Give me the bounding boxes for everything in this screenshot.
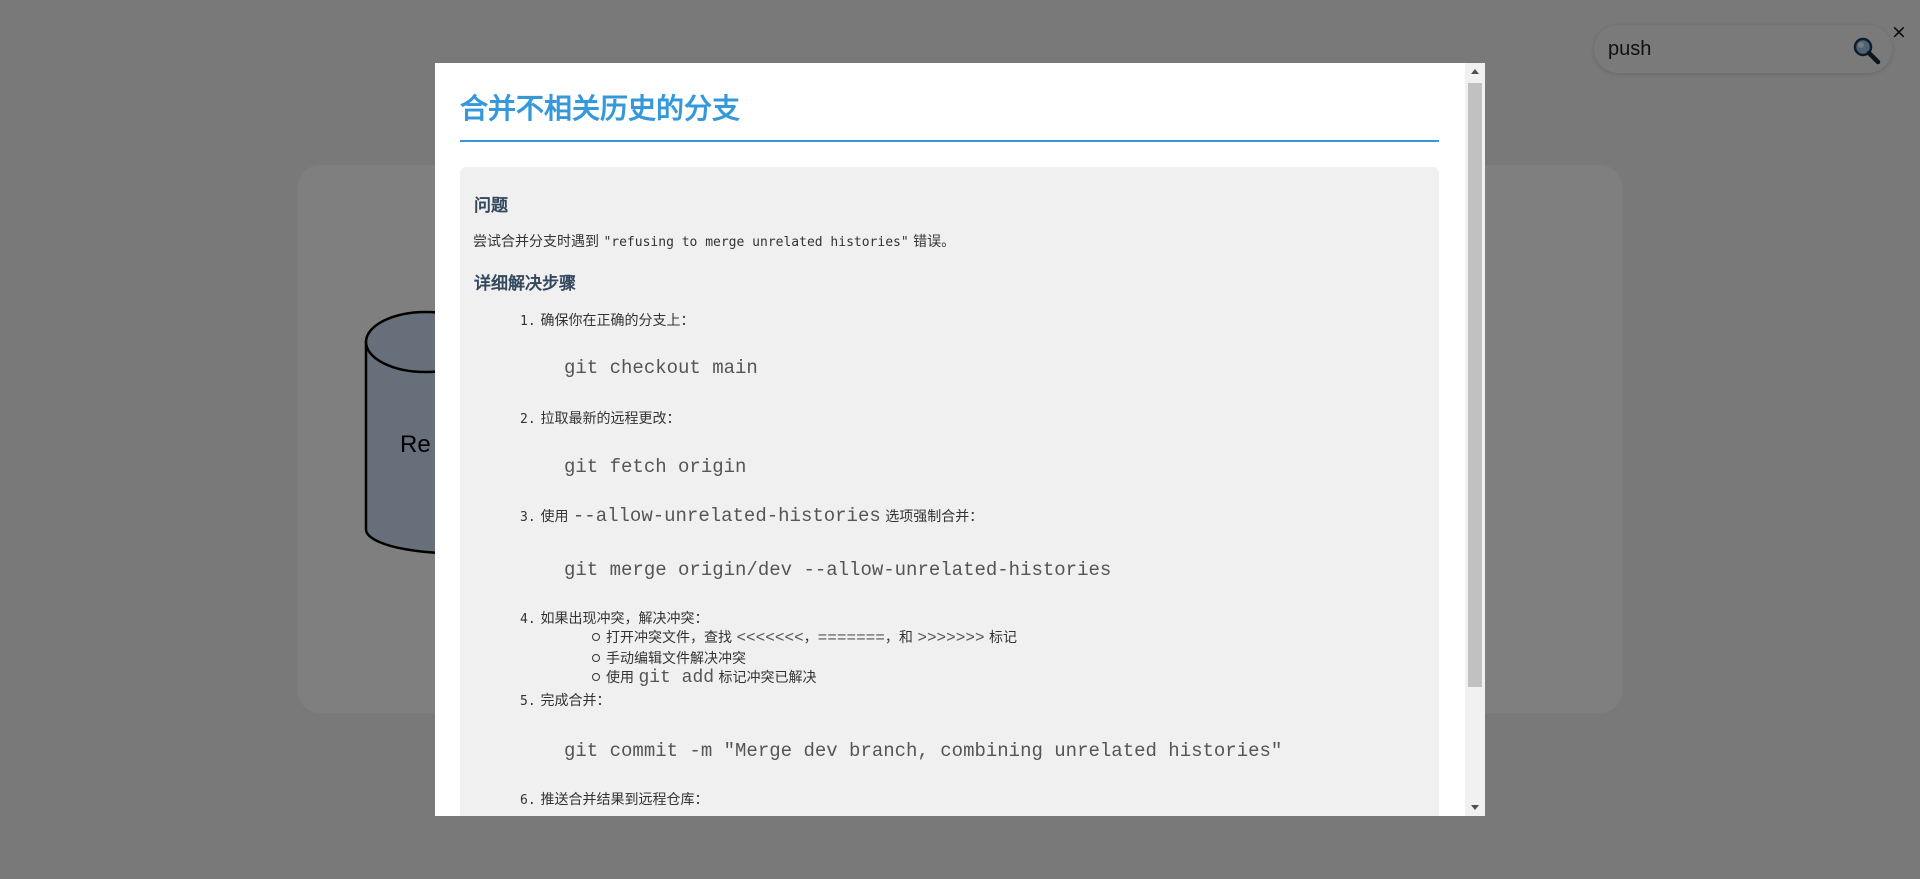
- inline-code: git add: [638, 668, 715, 688]
- step-text-pre: 使用: [540, 509, 573, 525]
- step-number: 6.: [520, 793, 536, 808]
- step-number: 4.: [520, 612, 536, 627]
- step-number: 1.: [520, 314, 536, 329]
- bullet-icon: [592, 633, 600, 641]
- code-block: git merge origin/dev --allow-unrelated-h…: [564, 559, 1112, 581]
- problem-text-post: 错误。: [908, 234, 956, 250]
- code-block: git commit -m "Merge dev branch, combini…: [564, 740, 1283, 762]
- modal-scroll-area[interactable]: 合并不相关历史的分支 问题 尝试合并分支时遇到 "refusing to mer…: [435, 63, 1465, 816]
- code-block: git checkout main: [564, 357, 758, 379]
- modal-scrollbar[interactable]: [1465, 63, 1485, 816]
- problem-error: "refusing to merge unrelated histories": [603, 235, 909, 250]
- step-item: 6. 推送合并结果到远程仓库：: [520, 789, 708, 809]
- step-number: 2.: [520, 412, 536, 427]
- title-divider: [460, 140, 1439, 142]
- step-item: 3. 使用 --allow-unrelated-histories 选项强制合并…: [520, 505, 983, 527]
- problem-text: 尝试合并分支时遇到 "refusing to merge unrelated h…: [473, 231, 955, 251]
- step-text-post: 选项强制合并：: [880, 509, 984, 525]
- step-item: 4. 如果出现冲突，解决冲突：: [520, 608, 708, 628]
- inline-code: >>>>>>>: [917, 629, 985, 647]
- conflict-substep: 手动编辑文件解决冲突: [592, 648, 746, 668]
- step-text: 完成合并：: [540, 693, 611, 709]
- step-item: 2. 拉取最新的远程更改：: [520, 408, 680, 428]
- problem-heading: 问题: [474, 196, 508, 216]
- scroll-down-arrow-icon[interactable]: [1465, 799, 1485, 816]
- step-text: 如果出现冲突，解决冲突：: [540, 611, 709, 627]
- step-text: 推送合并结果到远程仓库：: [540, 792, 709, 808]
- step-item: 5. 完成合并：: [520, 690, 610, 710]
- inline-code: --allow-unrelated-histories: [572, 505, 881, 527]
- conflict-substep: 打开冲突文件，查找 <<<<<<<，=======，和 >>>>>>> 标记: [592, 627, 1017, 647]
- inline-code: =======: [817, 629, 885, 647]
- problem-text-pre: 尝试合并分支时遇到: [473, 234, 604, 250]
- conflict-substep: 使用 git add 标记冲突已解决: [592, 667, 817, 688]
- step-text: 确保你在正确的分支上：: [540, 313, 695, 329]
- bullet-icon: [592, 654, 600, 662]
- inline-code: <<<<<<<: [736, 629, 804, 647]
- step-item: 1. 确保你在正确的分支上：: [520, 310, 694, 330]
- steps-heading: 详细解决步骤: [474, 274, 576, 294]
- scroll-thumb[interactable]: [1468, 83, 1482, 687]
- scroll-up-arrow-icon[interactable]: [1465, 63, 1485, 80]
- code-block: git fetch origin: [564, 456, 747, 478]
- bullet-icon: [592, 673, 600, 681]
- step-number: 3.: [520, 510, 536, 525]
- help-modal: 合并不相关历史的分支 问题 尝试合并分支时遇到 "refusing to mer…: [435, 63, 1485, 816]
- content-box: 问题 尝试合并分支时遇到 "refusing to merge unrelate…: [460, 167, 1439, 816]
- step-text: 拉取最新的远程更改：: [540, 411, 681, 427]
- modal-title: 合并不相关历史的分支: [460, 92, 741, 125]
- step-number: 5.: [520, 694, 536, 709]
